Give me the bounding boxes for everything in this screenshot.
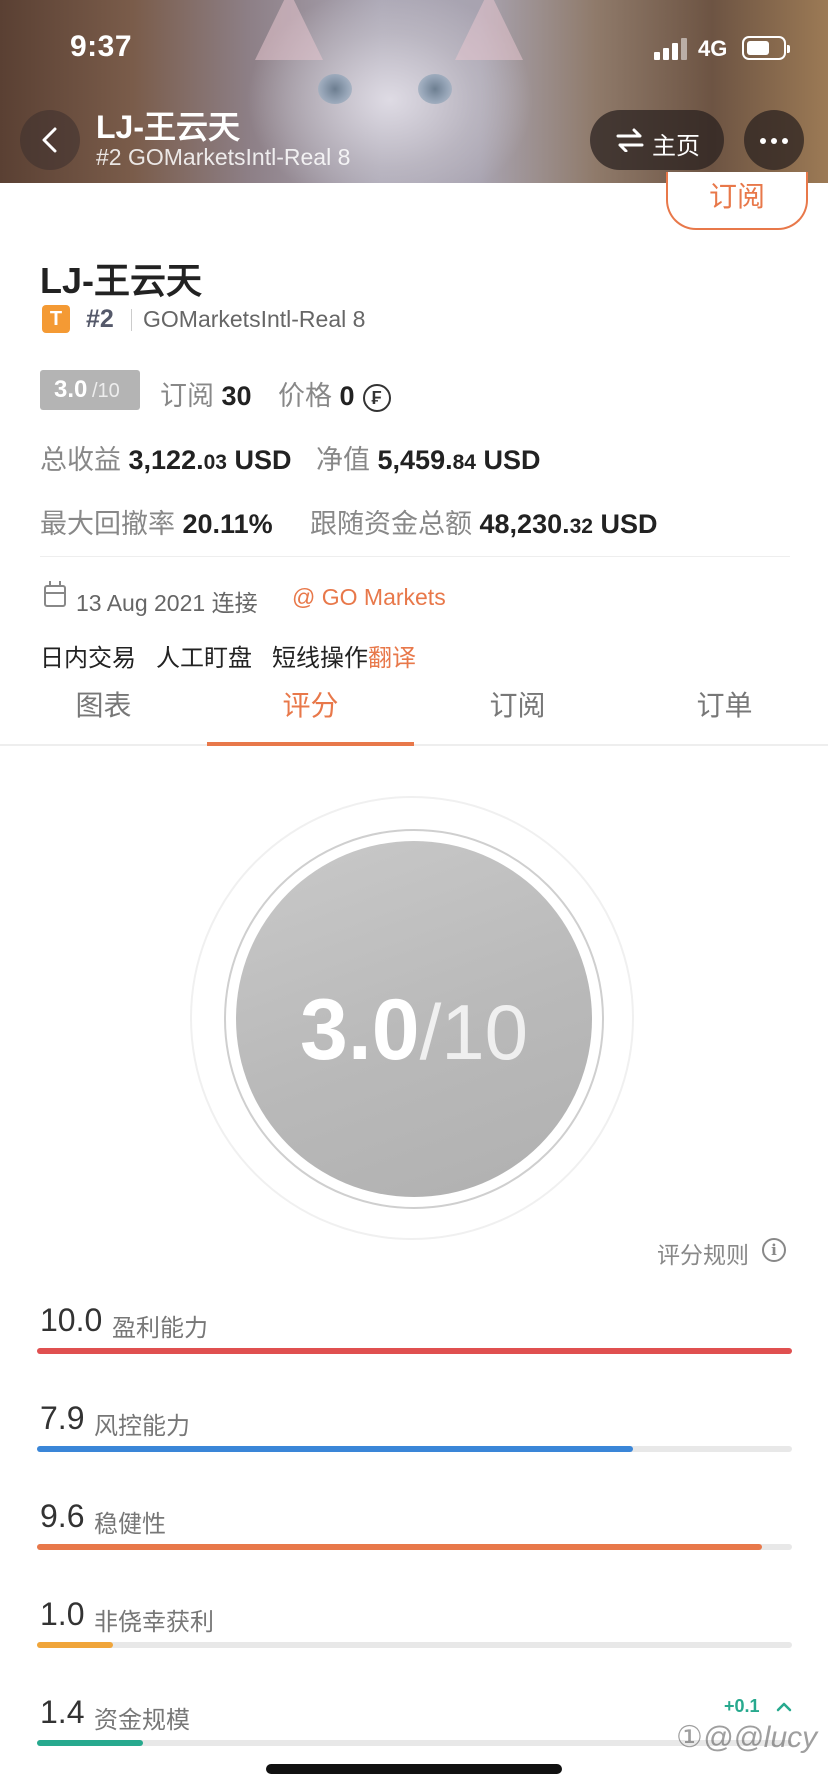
metric-bar-fill (37, 1544, 762, 1550)
score-disc: 3.0/10 (236, 841, 592, 1197)
score-badge-value: 3.0 (54, 376, 88, 403)
header-title: LJ-王云天 (96, 109, 241, 145)
metric-value: 1.4 (40, 1694, 85, 1730)
metric-row: 10.0 盈利能力 (37, 1302, 792, 1362)
follow-int: 48,230. (479, 509, 570, 539)
price-value: 0 (339, 381, 355, 411)
metric-name: 风控能力 (94, 1413, 190, 1440)
drawdown-label: 最大回撤率 (40, 509, 175, 539)
header-subtitle: #2 GOMarketsIntl-Real 8 (96, 144, 351, 170)
metric-name: 稳健性 (94, 1511, 166, 1538)
profit-dec: 03 (203, 451, 227, 474)
profit-int: 3,122. (128, 445, 204, 475)
chevron-up-icon[interactable] (776, 1702, 792, 1712)
subscribe-button[interactable]: 订阅 (666, 172, 808, 230)
max-drawdown: 最大回撤率 20.11% (40, 502, 273, 541)
tag: 日内交易 (40, 645, 136, 672)
tag: 人工盯盘 (156, 645, 252, 672)
trader-name: LJ-王云天 (40, 260, 203, 301)
broker-link[interactable]: @ GO Markets (292, 584, 446, 611)
signal-icon (654, 38, 688, 60)
battery-icon (742, 36, 790, 60)
score-delta: +0.1 (724, 1696, 760, 1716)
overall-score: 3.0/10 (236, 981, 592, 1080)
tab-orders[interactable]: 订单 (621, 684, 828, 724)
metric-value: 7.9 (40, 1400, 85, 1436)
tab-bar: 图表 评分 订阅 订单 (0, 680, 828, 746)
metric-value: 1.0 (40, 1596, 85, 1632)
metric-bar-fill (37, 1446, 634, 1452)
overall-score-value: 3.0 (300, 982, 420, 1078)
total-profit: 总收益 3,122.03 USD (40, 438, 291, 477)
price-info: 价格 0 ₣ (278, 374, 391, 413)
metric-name: 资金规模 (94, 1707, 190, 1734)
network-type: 4G (698, 36, 728, 61)
nav-label: 净值 (316, 445, 370, 475)
profit-unit: USD (234, 445, 292, 475)
trader-type-badge: T (42, 305, 70, 333)
divider (131, 309, 132, 331)
connect-date: 13 Aug 2021 连接 (76, 590, 258, 616)
nav-unit: USD (483, 445, 541, 475)
tag: 短线操作 (272, 645, 368, 672)
metric-bar-track (37, 1446, 792, 1452)
net-value: 净值 5,459.84 USD (316, 438, 540, 477)
price-label: 价格 (278, 381, 332, 411)
nav-int: 5,459. (377, 445, 453, 475)
overall-score-max: /10 (419, 988, 528, 1076)
score-badge-max: /10 (92, 380, 120, 402)
coin-icon: ₣ (362, 383, 391, 412)
cat-eye-right (418, 74, 452, 104)
tab-score[interactable]: 评分 (207, 684, 414, 724)
metric-value: 10.0 (40, 1302, 103, 1338)
metric-name: 非侥幸获利 (94, 1609, 214, 1636)
subs-label: 订阅 (160, 381, 214, 411)
cat-ear-left (255, 0, 323, 60)
profile-header: 9:37 4G LJ-王云天 #2 GOMarketsIntl-Real 8 主… (0, 0, 828, 183)
home-indicator (266, 1764, 562, 1774)
more-button[interactable] (744, 110, 804, 170)
home-button[interactable]: 主页 (590, 110, 724, 170)
swap-icon (616, 128, 644, 152)
cat-ear-right (455, 0, 523, 60)
trader-rank: #2 (86, 305, 114, 333)
metric-row: 9.6 稳健性 (37, 1498, 792, 1558)
home-button-label: 主页 (652, 133, 700, 160)
score-badge: 3.0 /10 (40, 370, 140, 410)
follow-unit: USD (600, 509, 658, 539)
cat-eye-left (318, 74, 352, 104)
info-icon[interactable]: i (762, 1238, 786, 1262)
drawdown-value: 20.11% (182, 509, 273, 539)
metric-bar-fill (37, 1642, 113, 1648)
section-divider (40, 556, 790, 557)
metric-name: 盈利能力 (112, 1315, 208, 1342)
metric-row: 1.0 非侥幸获利 (37, 1596, 792, 1656)
metric-bar-track (37, 1642, 792, 1648)
profit-label: 总收益 (40, 445, 121, 475)
back-button[interactable] (20, 110, 80, 170)
metric-bar-track (37, 1544, 792, 1550)
tab-subscribe[interactable]: 订阅 (414, 684, 621, 724)
subscriber-count: 订阅 30 (160, 374, 252, 413)
nav-dec: 84 (452, 451, 476, 474)
metric-value: 9.6 (40, 1498, 85, 1534)
trading-tags: 日内交易 人工盯盘 短线操作翻译 (40, 638, 436, 673)
broker-account: GOMarketsIntl-Real 8 (143, 306, 366, 332)
active-tab-indicator (207, 742, 414, 746)
watermark: ①@@lucy (676, 1721, 818, 1754)
follow-label: 跟随资金总额 (310, 509, 472, 539)
chevron-left-icon (42, 127, 57, 153)
metric-bar-track (37, 1348, 792, 1354)
calendar-icon (44, 581, 66, 607)
metric-row: 7.9 风控能力 (37, 1400, 792, 1460)
status-time: 9:37 (70, 30, 133, 63)
score-rules-link[interactable]: 评分规则 (657, 1236, 749, 1270)
translate-link[interactable]: 翻译 (368, 645, 416, 672)
metric-bar-fill (37, 1740, 143, 1746)
follow-dec: 32 (569, 515, 593, 538)
subs-value: 30 (221, 381, 252, 411)
tab-chart[interactable]: 图表 (0, 684, 207, 724)
follow-funds: 跟随资金总额 48,230.32 USD (310, 502, 658, 541)
metric-bar-fill (37, 1348, 792, 1354)
